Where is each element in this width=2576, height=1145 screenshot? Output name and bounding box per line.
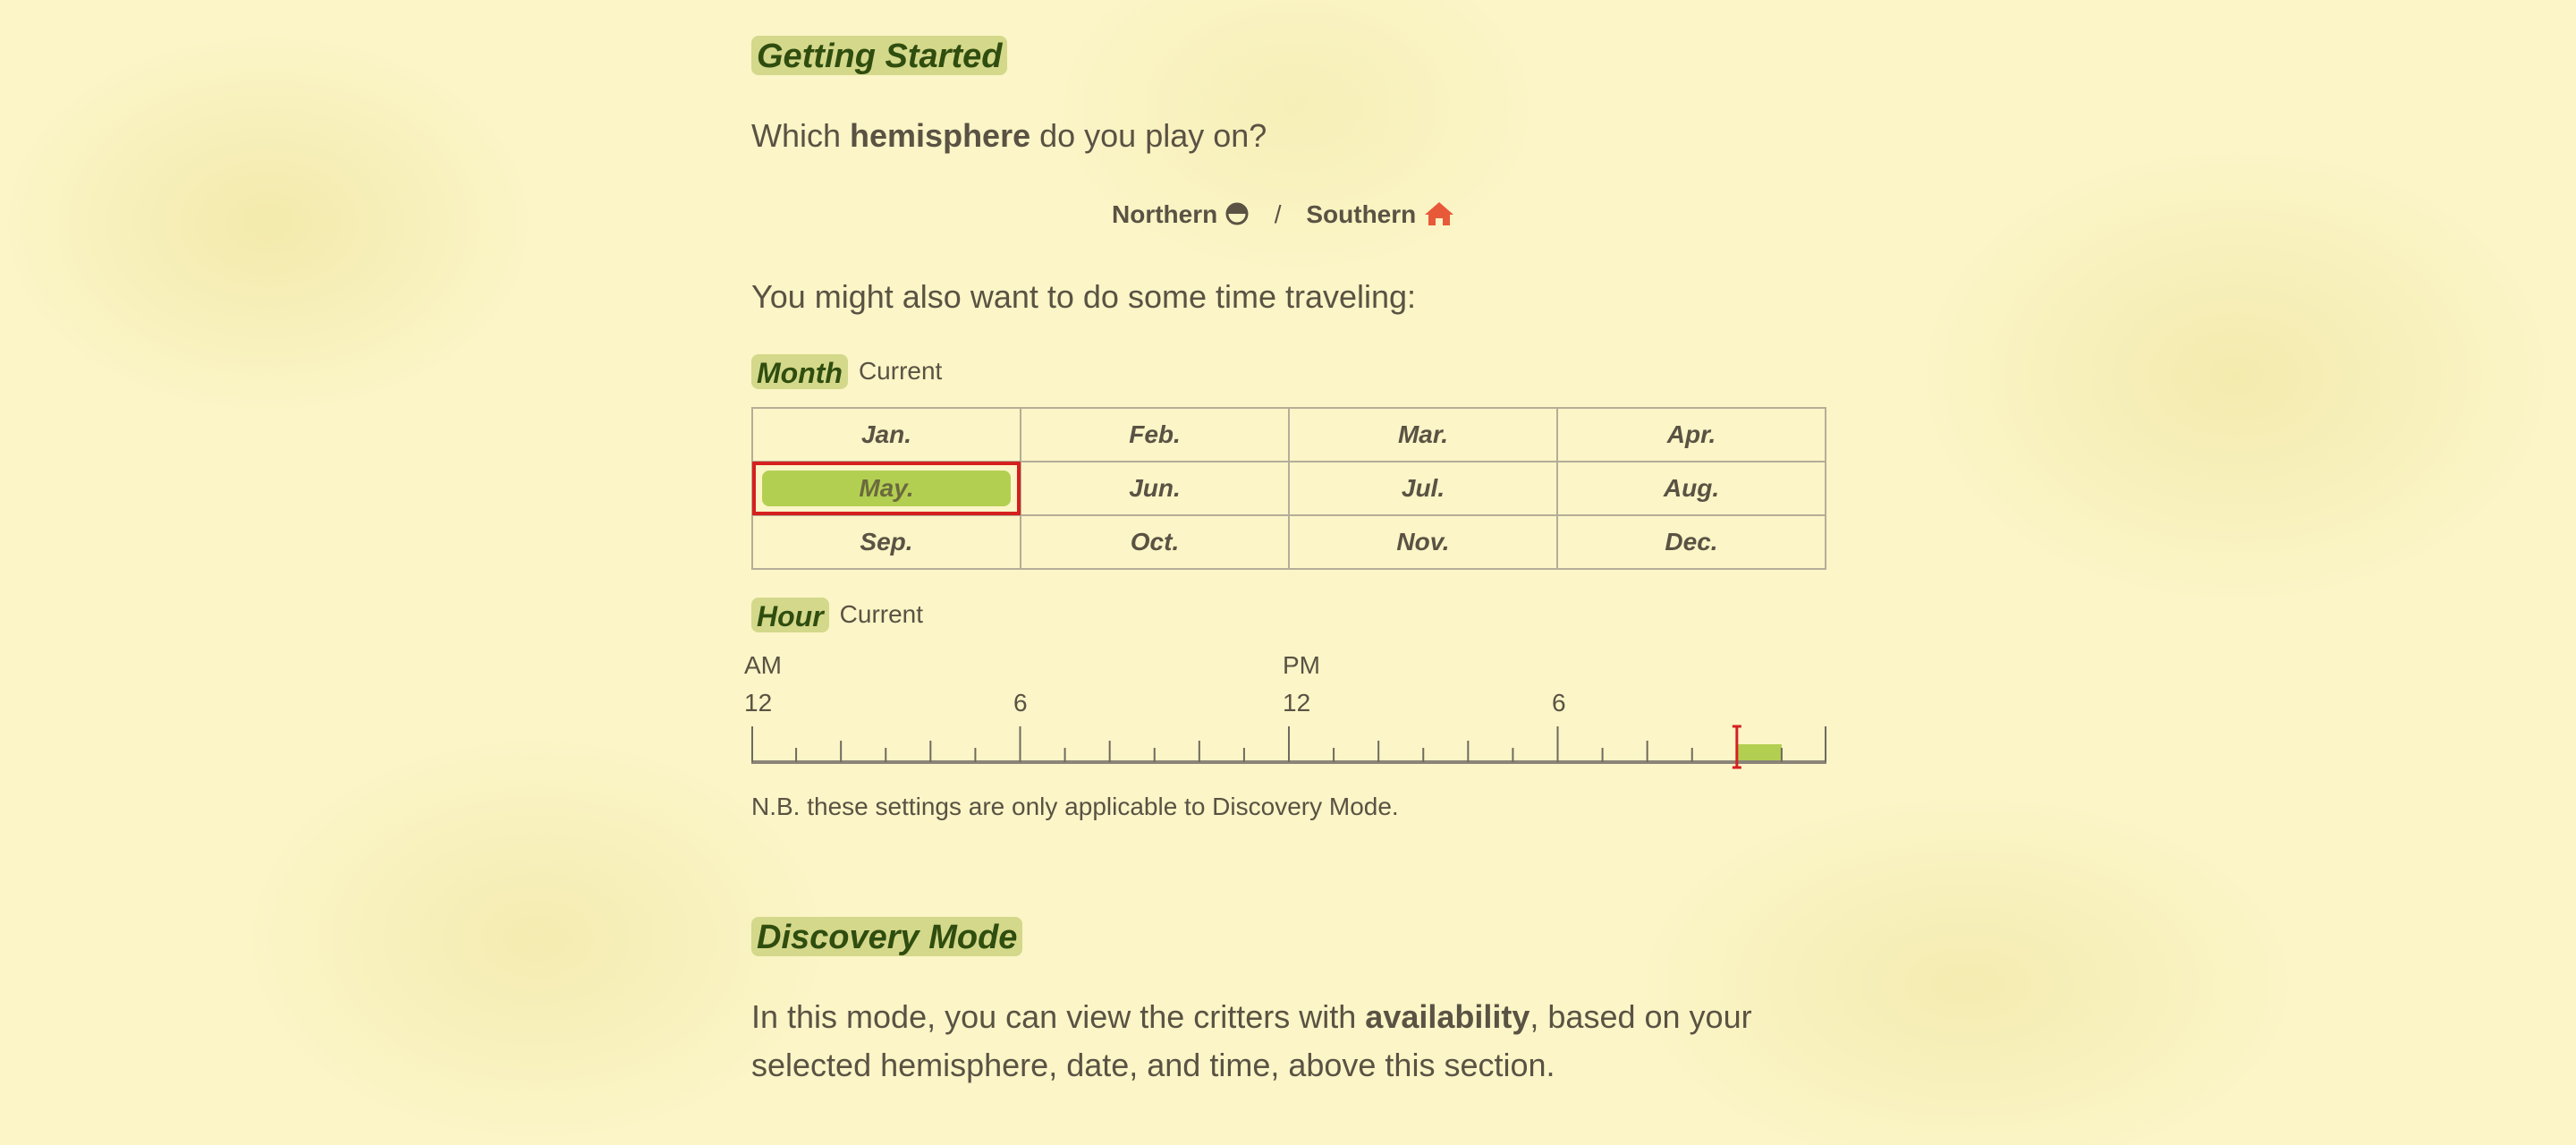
hemisphere-selector: Northern / Southern (1112, 200, 1455, 229)
month-cell-oct[interactable]: Oct. (1020, 514, 1290, 570)
month-header: Month Current (751, 354, 942, 389)
half-circle-icon (1225, 202, 1249, 225)
hour-header: Hour Current (751, 598, 923, 632)
month-row: Jan. Feb. Mar. Apr. (751, 407, 1826, 462)
month-cell-sep[interactable]: Sep. (751, 514, 1021, 570)
pm-label: PM (1283, 651, 1320, 679)
month-label: Month (751, 354, 848, 389)
month-cell-may[interactable]: May. (751, 461, 1021, 516)
discovery-line-1: In this mode, you can view the critters … (751, 998, 1752, 1035)
tick-label-12am: 12 (744, 689, 773, 717)
month-cell-apr[interactable]: Apr. (1556, 407, 1826, 462)
getting-started-heading: Getting Started (751, 36, 1008, 76)
southern-option[interactable]: Southern (1306, 200, 1455, 228)
time-travel-text: You might also want to do some time trav… (751, 278, 1417, 315)
northern-option[interactable]: Northern (1112, 200, 1257, 228)
month-cell-dec[interactable]: Dec. (1556, 514, 1826, 570)
hour-timeline[interactable] (751, 716, 1826, 769)
am-label: AM (744, 651, 782, 679)
month-current-button[interactable]: Current (859, 357, 942, 385)
month-grid: Jan. Feb. Mar. Apr. May. Jun. Jul. Aug. Sep. Oct.… (751, 407, 1826, 570)
hour-axis-labels: AM PM 12 6 12 6 (744, 651, 1835, 723)
month-row: May. Jun. Jul. Aug. (751, 461, 1826, 516)
hour-selected-highlight (1736, 744, 1782, 760)
hour-current-button[interactable]: Current (840, 600, 923, 628)
month-cell-jan[interactable]: Jan. (751, 407, 1021, 462)
hour-label: Hour (751, 598, 829, 632)
tick-label-12pm: 12 (1283, 689, 1311, 717)
month-selected-label: May. (762, 471, 1011, 506)
house-icon (1425, 202, 1454, 225)
month-cell-aug[interactable]: Aug. (1556, 461, 1826, 516)
discovery-mode-heading: Discovery Mode (751, 917, 1023, 957)
hemisphere-question: Which hemisphere do you play on? (751, 117, 1267, 154)
month-cell-mar[interactable]: Mar. (1288, 407, 1558, 462)
tick-label-6pm: 6 (1552, 689, 1566, 717)
discovery-note: N.B. these settings are only applicable … (751, 793, 1399, 820)
month-cell-nov[interactable]: Nov. (1288, 514, 1558, 570)
discovery-line-2: selected hemisphere, date, and time, abo… (751, 1047, 1555, 1083)
month-cell-jul[interactable]: Jul. (1288, 461, 1558, 516)
tick-label-6am: 6 (1013, 689, 1028, 717)
month-row: Sep. Oct. Nov. Dec. (751, 514, 1826, 570)
month-cell-jun[interactable]: Jun. (1020, 461, 1290, 516)
month-cell-feb[interactable]: Feb. (1020, 407, 1290, 462)
hemisphere-separator: / (1274, 200, 1282, 228)
